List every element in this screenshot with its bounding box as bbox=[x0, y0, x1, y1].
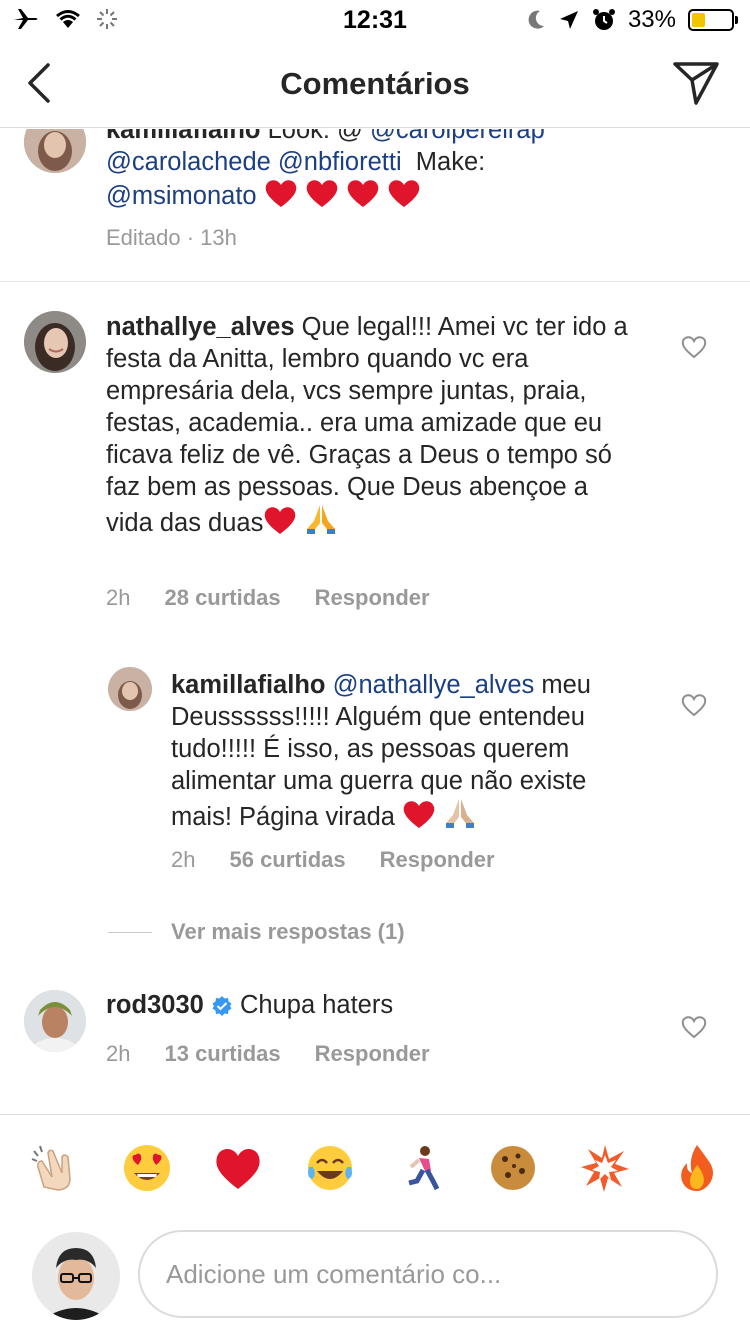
comment-username[interactable]: kamillafialho bbox=[106, 129, 260, 144]
collision-emoji[interactable] bbox=[580, 1143, 630, 1193]
status-right: 33% bbox=[526, 6, 738, 34]
comment-username[interactable]: rod3030 bbox=[106, 991, 204, 1019]
comment-meta: 2h 28 curtidas Responder bbox=[106, 585, 464, 611]
comment-meta: 2h 13 curtidas Responder bbox=[106, 1041, 464, 1067]
comment-text: kamillafialho Look: @ @carolpereirap @ca… bbox=[106, 129, 626, 216]
clapping-hands-emoji[interactable] bbox=[30, 1143, 80, 1193]
reply-timestamp: 2h bbox=[171, 847, 196, 872]
battery-icon bbox=[688, 9, 738, 31]
folded-hands-emoji bbox=[443, 797, 477, 837]
reply-username[interactable]: kamillafialho bbox=[171, 671, 325, 699]
avatar[interactable] bbox=[24, 990, 86, 1052]
reply-button[interactable]: Responder bbox=[315, 1041, 430, 1067]
comment-timestamp: 2h bbox=[106, 585, 131, 610]
fire-emoji[interactable] bbox=[672, 1143, 722, 1193]
red-heart-emoji bbox=[305, 178, 339, 216]
battery-level bbox=[692, 13, 705, 27]
like-count[interactable]: 56 curtidas bbox=[229, 847, 345, 873]
folded-hands-emoji bbox=[304, 503, 338, 543]
reply-button[interactable]: Responder bbox=[380, 847, 495, 873]
comment-timestamp: Editado · 13h bbox=[106, 225, 237, 250]
comment-composer bbox=[0, 1214, 750, 1334]
comment-body: Make: bbox=[415, 148, 486, 176]
comment-username[interactable]: nathallye_alves bbox=[106, 313, 295, 341]
like-heart-icon[interactable] bbox=[681, 693, 707, 717]
alarm-icon bbox=[592, 9, 615, 30]
mention-link[interactable]: @nbfioretti bbox=[278, 148, 402, 176]
comment-body: Que legal!!! Amei vc ter ido a festa da … bbox=[106, 313, 628, 537]
status-bar: 12:31 33% bbox=[0, 0, 750, 40]
mention-link[interactable]: @carolachede bbox=[106, 148, 271, 176]
moon-icon bbox=[528, 10, 544, 29]
current-user-avatar bbox=[32, 1232, 120, 1320]
more-replies-link[interactable]: Ver mais respostas (1) bbox=[171, 919, 439, 945]
comment-text: rod3030 Chupa haters bbox=[106, 989, 636, 1025]
tears-of-joy-emoji[interactable] bbox=[305, 1143, 355, 1193]
more-replies-label[interactable]: Ver mais respostas (1) bbox=[171, 919, 405, 945]
red-heart-emoji bbox=[264, 178, 298, 216]
reply-text: kamillafialho @nathallye_alves meu Deuss… bbox=[171, 669, 641, 837]
like-count[interactable]: 28 curtidas bbox=[164, 585, 280, 611]
like-heart-icon[interactable] bbox=[681, 335, 707, 359]
battery-percent: 33% bbox=[627, 6, 676, 33]
more-replies-line bbox=[108, 932, 152, 933]
like-heart-icon[interactable] bbox=[681, 1015, 707, 1039]
like-count[interactable]: 13 curtidas bbox=[164, 1041, 280, 1067]
comment-meta: Editado · 13h bbox=[106, 225, 271, 251]
cookie-emoji[interactable] bbox=[488, 1143, 538, 1193]
red-heart-emoji bbox=[387, 178, 421, 216]
avatar[interactable] bbox=[108, 667, 152, 711]
comments-list[interactable]: kamillafialho Look: @ @carolpereirap @ca… bbox=[0, 129, 750, 1114]
mention-link[interactable]: @nathallye_alves bbox=[333, 671, 535, 699]
divider bbox=[0, 281, 750, 282]
red-heart-emoji bbox=[402, 799, 436, 837]
navigation-bar: Comentários bbox=[0, 40, 750, 128]
reply-meta: 2h 56 curtidas Responder bbox=[171, 847, 529, 873]
page-title: Comentários bbox=[280, 66, 470, 101]
mention-link[interactable]: @msimonato bbox=[106, 182, 257, 210]
comment-timestamp: 2h bbox=[106, 1041, 131, 1066]
heart-eyes-emoji[interactable] bbox=[122, 1143, 172, 1193]
comment-body: Chupa haters bbox=[240, 991, 394, 1019]
comment-text: nathallye_alves Que legal!!! Amei vc ter… bbox=[106, 311, 636, 543]
avatar[interactable] bbox=[24, 311, 86, 373]
reply-button[interactable]: Responder bbox=[315, 585, 430, 611]
avatar[interactable] bbox=[24, 129, 86, 173]
runner-emoji[interactable] bbox=[397, 1143, 447, 1193]
red-heart-emoji bbox=[263, 505, 297, 543]
red-heart-emoji bbox=[346, 178, 380, 216]
emoji-quick-bar bbox=[0, 1114, 750, 1214]
direct-send-icon[interactable] bbox=[672, 60, 720, 106]
mention-link[interactable]: @carolpereirap bbox=[370, 129, 545, 144]
comment-input[interactable] bbox=[138, 1230, 718, 1318]
red-heart-emoji[interactable] bbox=[213, 1143, 263, 1193]
verified-badge-icon bbox=[211, 993, 233, 1025]
comment-body: Look: @ bbox=[267, 129, 363, 144]
location-icon bbox=[559, 11, 578, 29]
